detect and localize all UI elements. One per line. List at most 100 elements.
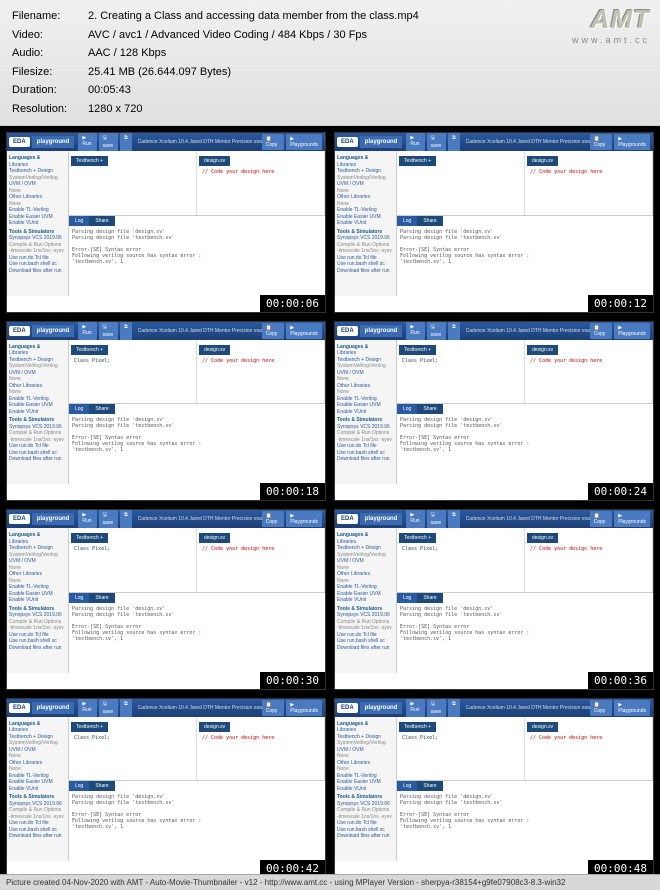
options-sidebar[interactable]: Languages &LibrariesTestbench + DesignSy… xyxy=(7,340,69,485)
design-tab[interactable]: design.sv xyxy=(199,533,230,543)
testbench-tab[interactable]: Testbench + xyxy=(399,156,436,166)
design-tab[interactable]: design.sv xyxy=(527,722,558,732)
log-tab[interactable]: Log xyxy=(397,216,417,226)
testbench-tab[interactable]: Testbench + xyxy=(71,533,108,543)
options-sidebar[interactable]: Languages &LibrariesTestbench + DesignSy… xyxy=(335,151,397,296)
testbench-tab[interactable]: Testbench + xyxy=(399,722,436,732)
run-button[interactable]: ▶ Run xyxy=(78,699,96,717)
playgrounds-button[interactable]: ▶ Playgrounds xyxy=(286,134,322,150)
design-editor[interactable]: design.sv // Code your design here xyxy=(197,528,325,592)
run-button[interactable]: ▶ Run xyxy=(78,133,96,151)
share-tab[interactable]: Share xyxy=(89,404,114,414)
testbench-editor[interactable]: Testbench + xyxy=(397,151,525,215)
project-title: Cadence Xcelium 10.4 Jared DTH Mentor Pr… xyxy=(466,139,590,145)
options-sidebar[interactable]: Languages &LibrariesTestbench + DesignSy… xyxy=(335,528,397,673)
testbench-editor[interactable]: Testbench + Class Pixel; xyxy=(397,340,525,404)
run-button[interactable]: ▶ Run xyxy=(78,510,96,528)
design-editor[interactable]: design.sv // Code your design here xyxy=(525,528,653,592)
design-tab[interactable]: design.sv xyxy=(199,722,230,732)
save-button[interactable]: 🖫 save xyxy=(427,322,447,340)
log-tab[interactable]: Log xyxy=(69,404,89,414)
copy-link-button[interactable]: 📋 Copy xyxy=(262,134,284,150)
playgrounds-button[interactable]: ▶ Playgrounds xyxy=(614,511,650,527)
copy-link-button[interactable]: 📋 Copy xyxy=(262,700,284,716)
log-tab[interactable]: Log xyxy=(69,781,89,791)
duration-label: Duration: xyxy=(12,82,86,99)
log-tab[interactable]: Log xyxy=(397,404,417,414)
playgrounds-button[interactable]: ▶ Playgrounds xyxy=(614,134,650,150)
log-tab[interactable]: Log xyxy=(69,216,89,226)
run-button[interactable]: ▶ Run xyxy=(406,510,424,528)
design-tab[interactable]: design.sv xyxy=(527,156,558,166)
copy-button[interactable]: ⧉ xyxy=(120,133,132,151)
copy-button[interactable]: ⧉ xyxy=(448,133,460,151)
options-sidebar[interactable]: Languages &LibrariesTestbench + DesignSy… xyxy=(335,717,397,862)
copy-button[interactable]: ⧉ xyxy=(448,510,460,528)
copy-button[interactable]: ⧉ xyxy=(120,699,132,717)
save-button[interactable]: 🖫 save xyxy=(99,133,119,151)
copy-link-button[interactable]: 📋 Copy xyxy=(590,511,612,527)
testbench-tab[interactable]: Testbench + xyxy=(399,345,436,355)
share-tab[interactable]: Share xyxy=(89,216,114,226)
design-tab[interactable]: design.sv xyxy=(199,156,230,166)
save-button[interactable]: 🖫 save xyxy=(99,510,119,528)
log-tab[interactable]: Log xyxy=(69,593,89,603)
share-tab[interactable]: Share xyxy=(417,404,442,414)
playgrounds-button[interactable]: ▶ Playgrounds xyxy=(286,700,322,716)
design-editor[interactable]: design.sv // Code your design here xyxy=(197,340,325,404)
save-button[interactable]: 🖫 save xyxy=(99,699,119,717)
copy-button[interactable]: ⧉ xyxy=(448,699,460,717)
design-editor[interactable]: design.sv // Code your design here xyxy=(197,717,325,781)
eda-logo: EDA xyxy=(337,326,358,336)
testbench-editor[interactable]: Testbench + Class Pixel; xyxy=(397,528,525,592)
testbench-editor[interactable]: Testbench + Class Pixel; xyxy=(69,340,197,404)
share-tab[interactable]: Share xyxy=(417,781,442,791)
log-tab[interactable]: Log xyxy=(397,593,417,603)
share-tab[interactable]: Share xyxy=(417,593,442,603)
options-sidebar[interactable]: Languages &LibrariesTestbench + DesignSy… xyxy=(7,528,69,673)
log-tab[interactable]: Log xyxy=(397,781,417,791)
copy-button[interactable]: ⧉ xyxy=(120,322,132,340)
design-tab[interactable]: design.sv xyxy=(527,345,558,355)
save-button[interactable]: 🖫 save xyxy=(427,133,447,151)
testbench-editor[interactable]: Testbench + xyxy=(69,151,197,215)
testbench-tab[interactable]: Testbench + xyxy=(71,722,108,732)
options-sidebar[interactable]: Languages &LibrariesTestbench + DesignSy… xyxy=(7,151,69,296)
playgrounds-button[interactable]: ▶ Playgrounds xyxy=(286,323,322,339)
copy-link-button[interactable]: 📋 Copy xyxy=(262,511,284,527)
testbench-tab[interactable]: Testbench + xyxy=(399,533,436,543)
copy-button[interactable]: ⧉ xyxy=(448,322,460,340)
save-button[interactable]: 🖫 save xyxy=(427,699,447,717)
playgrounds-button[interactable]: ▶ Playgrounds xyxy=(286,511,322,527)
design-tab[interactable]: design.sv xyxy=(199,345,230,355)
testbench-editor[interactable]: Testbench + Class Pixel; xyxy=(69,528,197,592)
run-button[interactable]: ▶ Run xyxy=(78,322,96,340)
run-button[interactable]: ▶ Run xyxy=(406,699,424,717)
testbench-tab[interactable]: Testbench + xyxy=(71,345,108,355)
testbench-tab[interactable]: Testbench + xyxy=(71,156,108,166)
playgrounds-button[interactable]: ▶ Playgrounds xyxy=(614,323,650,339)
testbench-editor[interactable]: Testbench + Class Pixel; xyxy=(397,717,525,781)
design-editor[interactable]: design.sv // Code your design here xyxy=(525,717,653,781)
save-button[interactable]: 🖫 save xyxy=(427,510,447,528)
run-button[interactable]: ▶ Run xyxy=(406,322,424,340)
copy-link-button[interactable]: 📋 Copy xyxy=(590,323,612,339)
playgrounds-button[interactable]: ▶ Playgrounds xyxy=(614,700,650,716)
copy-link-button[interactable]: 📋 Copy xyxy=(590,700,612,716)
thumbnail: EDA playground ▶ Run 🖫 save ⧉ Cadence Xc… xyxy=(6,132,326,313)
copy-link-button[interactable]: 📋 Copy xyxy=(262,323,284,339)
options-sidebar[interactable]: Languages &LibrariesTestbench + DesignSy… xyxy=(335,340,397,485)
save-button[interactable]: 🖫 save xyxy=(99,322,119,340)
share-tab[interactable]: Share xyxy=(89,781,114,791)
run-button[interactable]: ▶ Run xyxy=(406,133,424,151)
design-editor[interactable]: design.sv // Code your design here xyxy=(525,340,653,404)
testbench-editor[interactable]: Testbench + Class Pixel; xyxy=(69,717,197,781)
design-editor[interactable]: design.sv // Code your design here xyxy=(525,151,653,215)
share-tab[interactable]: Share xyxy=(89,593,114,603)
copy-link-button[interactable]: 📋 Copy xyxy=(590,134,612,150)
copy-button[interactable]: ⧉ xyxy=(120,510,132,528)
share-tab[interactable]: Share xyxy=(417,216,442,226)
options-sidebar[interactable]: Languages &LibrariesTestbench + DesignSy… xyxy=(7,717,69,862)
design-tab[interactable]: design.sv xyxy=(527,533,558,543)
design-editor[interactable]: design.sv // Code your design here xyxy=(197,151,325,215)
